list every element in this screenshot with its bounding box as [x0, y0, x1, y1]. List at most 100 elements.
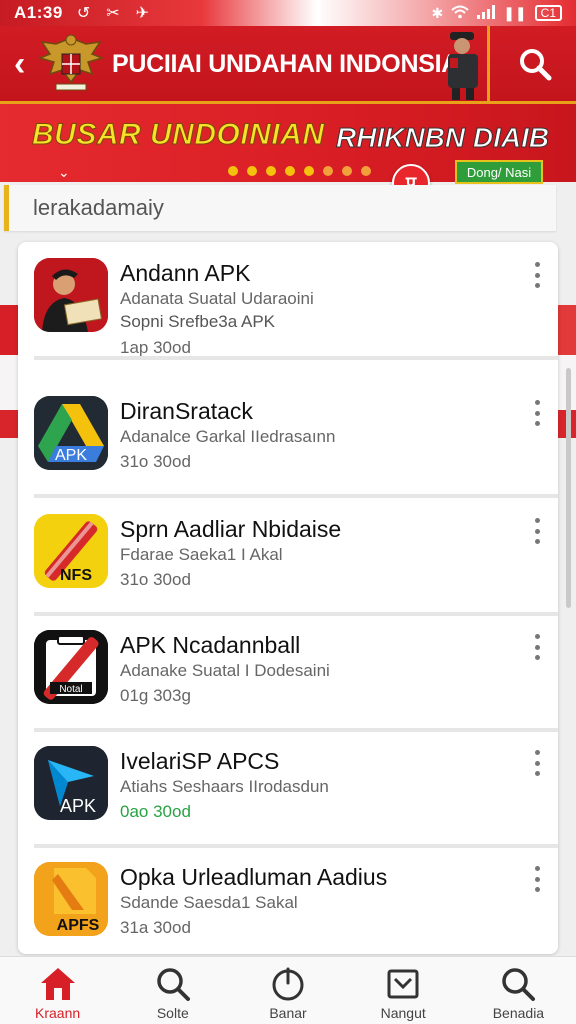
list-item[interactable]: APFS Opka Urleadluman Aadius Sdande Saes… [18, 846, 558, 954]
notification-icon: ↺ [76, 5, 91, 22]
divider [34, 356, 558, 360]
nav-label: Solte [156, 1005, 189, 1021]
clipboard-icon: Notal [34, 630, 108, 704]
app-subtitle: Atiahs Seshaars IIrodasdun [120, 777, 329, 796]
pagination-dot[interactable] [285, 166, 295, 176]
app-size: 01g 303g [120, 686, 191, 705]
app-name: APK Ncadannball [120, 632, 301, 658]
chevron-down-icon: ⌄ [58, 164, 70, 180]
search-input[interactable]: lerakadamaiy [4, 185, 556, 231]
nav-label: Benadia [492, 1005, 545, 1021]
bottom-navigation: Kraann Solte Banar Nangut Benadia [0, 956, 576, 1024]
pagination-dot[interactable] [361, 166, 371, 176]
pagination-dot[interactable] [323, 166, 333, 176]
more-options-icon[interactable] [530, 400, 544, 426]
battery-icon: C1 [534, 5, 562, 21]
app-name: Andann APK [120, 260, 251, 286]
more-options-icon[interactable] [530, 262, 544, 288]
app-icon: APK [34, 746, 108, 820]
nav-label: Nangut [380, 1005, 426, 1021]
header-search-button[interactable] [493, 26, 576, 101]
search-icon [519, 48, 551, 80]
header-main: ‹ PUCIIAI UNDAHAN INDONSIA [0, 26, 490, 101]
app-icon: NFS [34, 514, 108, 588]
garuda-emblem-icon [37, 34, 105, 91]
person-document-icon [34, 258, 108, 332]
app-subtitle: Adanalce Garkal IIedrasaınn [120, 427, 336, 446]
wifi-icon [451, 5, 469, 22]
nav-label: Banar [269, 1005, 307, 1021]
search-icon [157, 968, 190, 1001]
power-icon [272, 967, 304, 1001]
more-options-icon[interactable] [530, 866, 544, 892]
list-item[interactable]: APK IvelariSP APCS Atiahs Seshaars IIrod… [18, 730, 558, 848]
home-icon [40, 968, 75, 1000]
app-icon: APK [34, 396, 108, 470]
app-size: 31o 30od [120, 570, 191, 589]
inbox-icon [387, 969, 419, 999]
banner-headline-white: RHIKNBN DIAIB [335, 122, 550, 154]
status-right-icons: ✱ ❚❚ C1 [431, 4, 562, 22]
app-name: DiranSratack [120, 398, 253, 424]
arrow-apk-icon: APK [34, 746, 108, 820]
list-item[interactable]: APK DiranSratack Adanalce Garkal IIedras… [18, 380, 558, 498]
more-options-icon[interactable] [530, 634, 544, 660]
app-size: 31a 30od [120, 918, 191, 937]
app-subtitle-2: Sopni Srefbe3a APK [120, 312, 276, 331]
pagination-dot[interactable] [266, 166, 276, 176]
pagination-dot[interactable] [228, 166, 238, 176]
app-subtitle: Adanata Suatal Udaraoini [120, 289, 314, 308]
banner-pagination [228, 166, 371, 176]
app-icon: Notal [34, 630, 108, 704]
pen-icon: NFS [34, 514, 108, 588]
app-icon-label: APK [55, 447, 87, 464]
plane-icon: ✈ [135, 5, 150, 22]
document-apfs-icon: APFS [34, 862, 108, 936]
signal-icon [477, 4, 496, 22]
drive-apk-icon: APK [34, 396, 108, 470]
app-name: Sprn Aadliar Nbidaise [120, 516, 342, 542]
app-icon-label: APK [60, 796, 96, 816]
more-options-icon[interactable] [530, 518, 544, 544]
status-time: A1:39 [14, 3, 63, 22]
search-icon [502, 968, 536, 1001]
banner-headline-yellow: BUSAR UNDOINIAN [32, 118, 325, 152]
nav-item-power[interactable]: Banar [230, 957, 345, 1024]
pagination-dot[interactable] [304, 166, 314, 176]
mute-icon: ✂ [106, 5, 120, 22]
nav-item-inbox[interactable]: Nangut [346, 957, 461, 1024]
nav-label: Kraann [35, 1005, 81, 1021]
bluetooth-icon: ✱ [431, 4, 444, 21]
status-notification-icons: ↺ ✂ ✈ [77, 3, 149, 23]
app-icon-label: NFS [60, 567, 92, 584]
list-item[interactable]: Notal APK Ncadannball Adanake Suatal I D… [18, 614, 558, 732]
list-item[interactable]: NFS Sprn Aadliar Nbidaise Fdarae Saeka1 … [18, 498, 558, 616]
pagination-dot[interactable] [342, 166, 352, 176]
pagination-dot[interactable] [247, 166, 257, 176]
page-title: PUCIIAI UNDAHAN INDONSIA [112, 50, 459, 78]
app-icon-label: APFS [57, 917, 100, 934]
app-icon-label: Notal [59, 684, 82, 695]
app-size: 1ap 30od [120, 338, 191, 357]
app-list: Andann APK Adanata Suatal Udaraoini Sopn… [18, 242, 558, 954]
app-header: ‹ PUCIIAI UNDAHAN INDONSIA [0, 26, 576, 104]
nav-item-search-alt[interactable]: Benadia [461, 957, 576, 1024]
officer-figure-icon [448, 32, 478, 100]
nav-item-search[interactable]: Solte [115, 957, 230, 1024]
list-item[interactable]: Andann APK Adanata Suatal Udaraoini Sopn… [18, 242, 558, 360]
app-icon [34, 258, 108, 332]
scrollbar[interactable] [566, 368, 571, 608]
more-options-icon[interactable] [530, 750, 544, 776]
nav-item-home[interactable]: Kraann [0, 957, 115, 1024]
app-subtitle: Sdande Saesda1 Sakal [120, 893, 298, 912]
app-subtitle: Adanake Suatal I Dodesaini [120, 661, 330, 680]
app-subtitle: Fdarae Saeka1 I Akal [120, 545, 283, 564]
app-name: Opka Urleadluman Aadius [120, 864, 388, 890]
app-icon: APFS [34, 862, 108, 936]
app-name: IvelariSP APCS [120, 748, 280, 774]
pause-icon: ❚❚ [503, 4, 527, 21]
app-size: 31o 30od [120, 452, 191, 471]
app-size: 0ao 30od [120, 802, 191, 821]
banner-pill-button[interactable]: Dong/ Nasi [455, 160, 543, 184]
status-bar: A1:39 ↺ ✂ ✈ ✱ ❚❚ C1 [0, 0, 576, 26]
